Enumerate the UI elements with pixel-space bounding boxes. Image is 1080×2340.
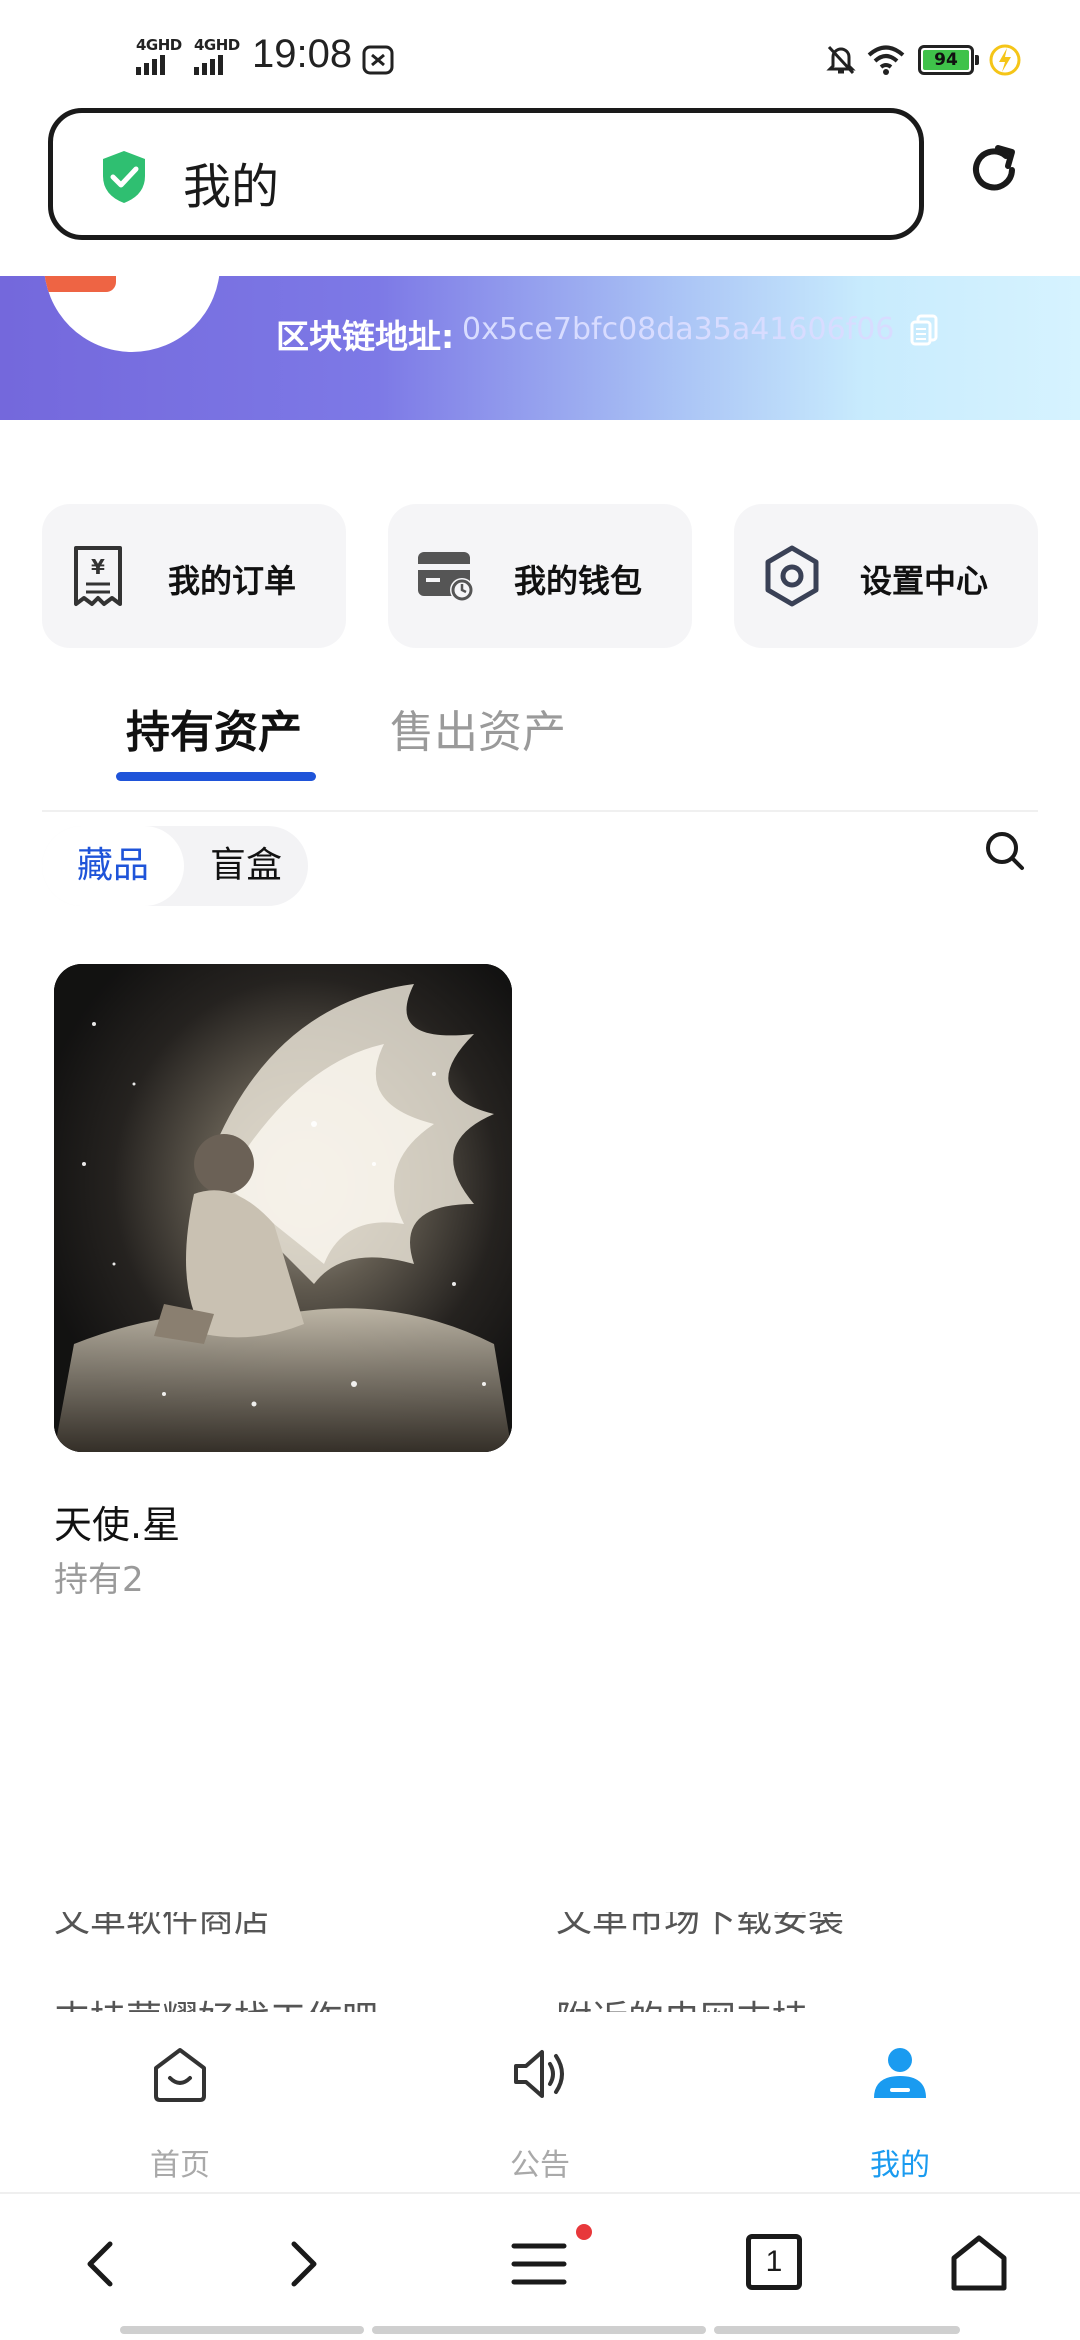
app-bottom-nav: 首页 公告 我的	[0, 2012, 1080, 2192]
settings-center-card[interactable]: 设置中心	[734, 504, 1038, 648]
wifi-icon	[867, 45, 905, 75]
mute-bell-icon	[826, 45, 856, 75]
user-icon	[874, 2048, 926, 2098]
background-suggestions: 文革软件商店 文革市场下载安装 支持荣耀好找工作吧 附近的电网支持	[0, 1912, 1080, 2012]
tab-count-button[interactable]: 1	[746, 2234, 802, 2290]
speaker-icon	[514, 2050, 564, 2098]
back-icon[interactable]	[80, 2234, 120, 2294]
my-orders-card[interactable]: ¥ 我的订单	[42, 504, 346, 648]
reload-icon[interactable]	[964, 140, 1024, 200]
forward-icon[interactable]	[284, 2234, 324, 2294]
battery-icon: 94	[918, 45, 979, 75]
settings-hex-icon	[765, 545, 819, 607]
screenshot-app-icon	[362, 45, 394, 75]
search-icon[interactable]	[984, 830, 1026, 872]
copy-icon[interactable]	[910, 314, 938, 346]
receipt-icon: ¥	[74, 546, 122, 606]
charging-icon	[989, 44, 1021, 76]
nav-home-label: 首页	[150, 2148, 210, 2183]
my-orders-label: 我的订单	[168, 562, 297, 600]
tab-divider	[42, 810, 1038, 812]
active-tab-indicator	[116, 772, 316, 781]
page-title: 我的	[183, 159, 280, 215]
my-wallet-card[interactable]: 我的钱包	[388, 504, 692, 648]
asset-count: 持有2	[54, 1560, 144, 1600]
my-wallet-label: 我的钱包	[514, 562, 643, 600]
status-bar: 4GHD 4GHD 19:08 94	[0, 0, 1080, 100]
chain-address-label: 区块链地址:	[276, 317, 455, 356]
svg-text:¥: ¥	[91, 555, 105, 579]
avatar[interactable]	[44, 276, 220, 352]
suggestion-text: 文革市场下载安装	[556, 1912, 845, 1940]
nav-mine-label: 我的	[870, 2148, 930, 2183]
tab-sold-assets[interactable]: 售出资产	[390, 696, 566, 760]
suggestion-text: 支持荣耀好找工作吧	[54, 1990, 378, 2012]
battery-level: 94	[934, 50, 958, 70]
nav-mine[interactable]: 我的	[800, 2012, 1000, 2192]
gesture-bar	[120, 2326, 364, 2334]
signal-2-icon: 4GHD	[194, 38, 240, 75]
sub-tab-blind-box[interactable]: 盲盒	[184, 826, 308, 906]
suggestion-text: 文革软件商店	[54, 1912, 271, 1940]
suggestion-text: 附近的电网支持	[556, 1990, 808, 2012]
asset-name: 天使.星	[54, 1503, 181, 1547]
browser-toolbar: 1	[0, 2192, 1080, 2340]
wallet-icon	[418, 552, 474, 602]
tab-held-assets[interactable]: 持有资产	[126, 696, 302, 760]
menu-icon[interactable]	[510, 2234, 568, 2294]
browser-home-icon[interactable]	[948, 2234, 1010, 2294]
nav-home[interactable]: 首页	[80, 2012, 280, 2192]
tab-count: 1	[765, 2245, 783, 2278]
address-bar[interactable]: 我的	[48, 108, 924, 240]
secure-shield-icon	[103, 151, 145, 203]
nav-announcements-label: 公告	[510, 2148, 570, 2183]
menu-notification-dot	[576, 2224, 592, 2240]
chain-address-value: 0x5ce7bfc08da35a41606f0668	[462, 312, 896, 347]
home-smile-icon	[154, 2048, 206, 2102]
asset-image[interactable]	[54, 964, 512, 1452]
network-type-2: 4GHD	[194, 36, 240, 54]
network-type-1: 4GHD	[136, 36, 182, 54]
settings-center-label: 设置中心	[860, 562, 989, 600]
gesture-bar	[372, 2326, 706, 2334]
clock: 19:08	[252, 32, 353, 76]
profile-banner: 区块链地址: 0x5ce7bfc08da35a41606f0668	[0, 276, 1080, 420]
sub-tab-switch: 藏品 盲盒	[42, 826, 308, 906]
gesture-bar	[714, 2326, 960, 2334]
signal-1-icon: 4GHD	[136, 38, 182, 75]
sub-tab-collectibles[interactable]: 藏品	[42, 826, 184, 906]
nav-announcements[interactable]: 公告	[440, 2012, 640, 2192]
